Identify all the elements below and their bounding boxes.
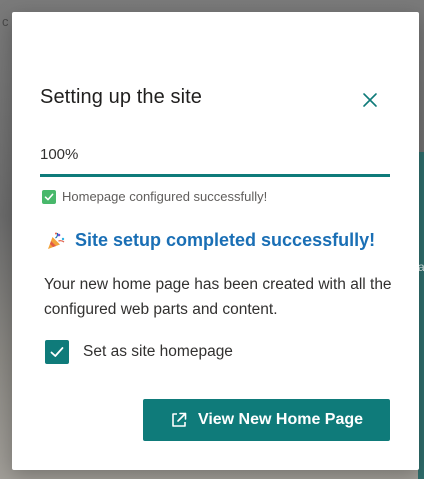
party-popper-icon [48,232,65,249]
close-icon [363,93,377,107]
set-homepage-checkbox[interactable]: Set as site homepage [45,340,233,364]
dialog-description: Your new home page has been created with… [44,276,392,318]
progress-value: 100% [40,146,79,163]
status-text: Homepage configured successfully! [62,189,268,204]
view-new-home-page-label: View New Home Page [197,411,364,428]
close-button[interactable] [356,86,384,114]
status-message: Homepage configured successfully! [42,189,267,204]
dialog-title: Setting up the site [40,86,203,108]
view-new-home-page-button[interactable]: View New Home Page [143,399,390,441]
checkbox-checked-icon[interactable] [45,340,69,364]
progress-indicator: 100% [40,144,390,177]
success-heading-text: Site setup completed successfully! [75,230,376,250]
check-mark-icon [42,189,56,204]
setup-dialog: Setting up the site 100% Homepage config… [12,12,419,470]
open-external-icon [172,412,187,427]
success-heading: Site setup completed successfully! [46,230,375,251]
set-homepage-label: Set as site homepage [83,343,233,360]
background-text: c [2,14,9,29]
